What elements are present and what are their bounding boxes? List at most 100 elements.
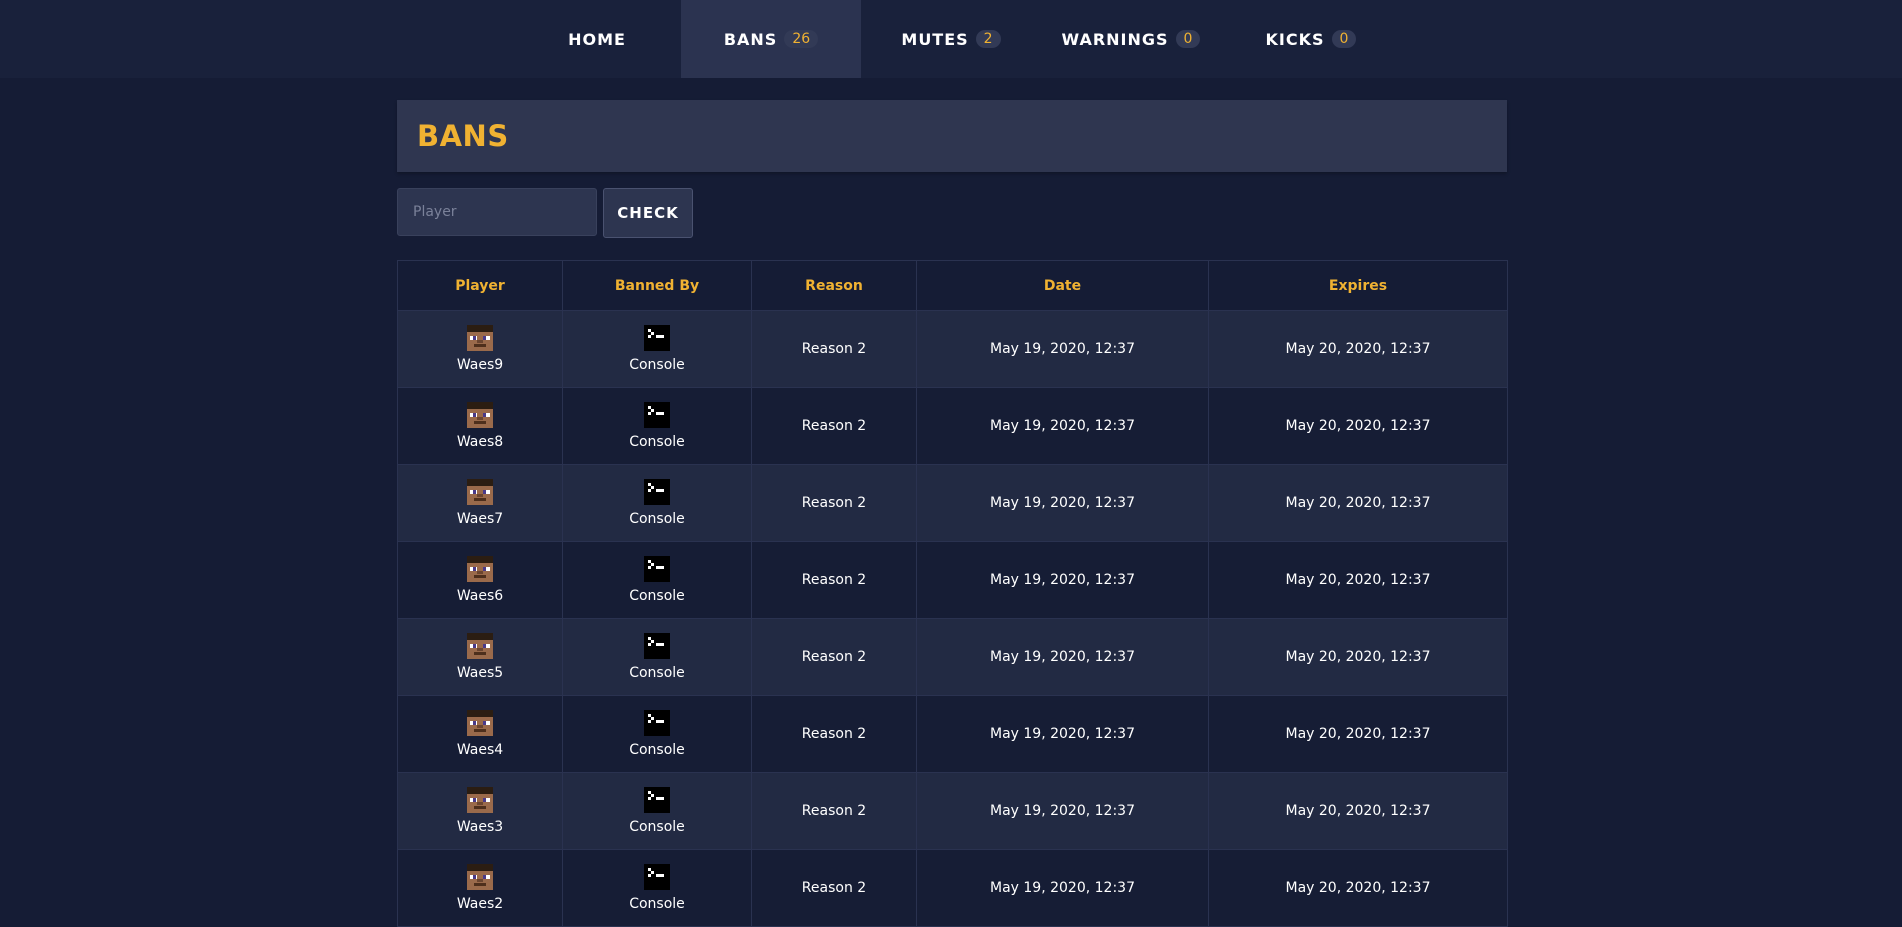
nav-item-label: WARNINGS	[1061, 29, 1169, 49]
player-name: Waes6	[456, 588, 504, 604]
cell-banned-by[interactable]: Console	[562, 464, 752, 542]
cell-expires: May 20, 2020, 12:37	[1208, 464, 1508, 542]
cell-date: May 19, 2020, 12:37	[916, 772, 1209, 850]
banned-by-cell-content: Console	[563, 325, 751, 373]
table-row[interactable]: Waes9 Console Reason 2 May 19, 2020, 12:37 M…	[397, 310, 1508, 388]
table-row[interactable]: Waes5 Console Reason 2 May 19, 2020, 12:37 M…	[397, 618, 1508, 696]
cell-player[interactable]: Waes2	[397, 849, 563, 927]
page-title: BANS	[417, 119, 509, 153]
banned-by-name: Console	[629, 896, 685, 912]
cell-banned-by[interactable]: Console	[562, 618, 752, 696]
player-avatar-icon	[467, 402, 493, 428]
cell-banned-by[interactable]: Console	[562, 772, 752, 850]
nav-count-badge: 26	[784, 30, 819, 48]
player-avatar-icon	[467, 479, 493, 505]
console-terminal-icon	[644, 864, 670, 890]
nav-item-bans[interactable]: BANS 26	[681, 0, 861, 78]
player-avatar-icon	[467, 710, 493, 736]
player-cell-content: Waes8	[398, 402, 562, 450]
player-cell-content: Waes3	[398, 787, 562, 835]
table-row[interactable]: Waes7 Console Reason 2 May 19, 2020, 12:37 M…	[397, 464, 1508, 542]
cell-expires: May 20, 2020, 12:37	[1208, 541, 1508, 619]
player-name: Waes8	[456, 434, 504, 450]
nav-item-kicks[interactable]: KICKS 0	[1221, 0, 1401, 78]
banned-by-cell-content: Console	[563, 710, 751, 758]
player-name: Waes5	[456, 665, 504, 681]
cell-banned-by[interactable]: Console	[562, 849, 752, 927]
nav-item-home[interactable]: HOME	[513, 0, 681, 78]
cell-expires: May 20, 2020, 12:37	[1208, 772, 1508, 850]
nav-item-warnings[interactable]: WARNINGS 0	[1041, 0, 1221, 78]
banned-by-name: Console	[629, 742, 685, 758]
cell-banned-by[interactable]: Console	[562, 310, 752, 388]
cell-reason: Reason 2	[751, 849, 917, 927]
banned-by-cell-content: Console	[563, 787, 751, 835]
cell-player[interactable]: Waes9	[397, 310, 563, 388]
cell-reason: Reason 2	[751, 772, 917, 850]
cell-expires: May 20, 2020, 12:37	[1208, 310, 1508, 388]
player-search-input[interactable]	[397, 188, 597, 236]
player-cell-content: Waes4	[398, 710, 562, 758]
player-avatar-icon	[467, 633, 493, 659]
column-header-date: Date	[916, 260, 1209, 311]
banned-by-cell-content: Console	[563, 402, 751, 450]
nav-item-mutes[interactable]: MUTES 2	[861, 0, 1041, 78]
banned-by-name: Console	[629, 588, 685, 604]
nav-items: HOME BANS 26 MUTES 2 WARNINGS 0 KICKS 0	[513, 0, 1401, 78]
player-cell-content: Waes7	[398, 479, 562, 527]
player-name: Waes2	[456, 896, 504, 912]
column-header-player: Player	[397, 260, 563, 311]
cell-reason: Reason 2	[751, 618, 917, 696]
player-avatar-icon	[467, 556, 493, 582]
cell-expires: May 20, 2020, 12:37	[1208, 618, 1508, 696]
banned-by-cell-content: Console	[563, 633, 751, 681]
page-header: BANS	[397, 100, 1507, 172]
cell-banned-by[interactable]: Console	[562, 387, 752, 465]
nav-item-label: BANS	[723, 29, 778, 49]
cell-date: May 19, 2020, 12:37	[916, 310, 1209, 388]
table-row[interactable]: Waes2 Console Reason 2 May 19, 2020, 12:37 M…	[397, 849, 1508, 927]
cell-expires: May 20, 2020, 12:37	[1208, 849, 1508, 927]
player-avatar-icon	[467, 787, 493, 813]
table-row[interactable]: Waes6 Console Reason 2 May 19, 2020, 12:37 M…	[397, 541, 1508, 619]
nav-count-badge: 0	[1175, 30, 1201, 48]
cell-date: May 19, 2020, 12:37	[916, 387, 1209, 465]
player-avatar-icon	[467, 864, 493, 890]
console-terminal-icon	[644, 710, 670, 736]
banned-by-name: Console	[629, 665, 685, 681]
cell-player[interactable]: Waes5	[397, 618, 563, 696]
top-navigation: HOME BANS 26 MUTES 2 WARNINGS 0 KICKS 0	[0, 0, 1902, 78]
cell-banned-by[interactable]: Console	[562, 541, 752, 619]
cell-reason: Reason 2	[751, 310, 917, 388]
cell-banned-by[interactable]: Console	[562, 695, 752, 773]
cell-player[interactable]: Waes8	[397, 387, 563, 465]
player-name: Waes3	[456, 819, 504, 835]
console-terminal-icon	[644, 479, 670, 505]
player-cell-content: Waes9	[398, 325, 562, 373]
nav-item-label: MUTES	[901, 29, 969, 49]
column-header-banned-by: Banned By	[562, 260, 752, 311]
cell-player[interactable]: Waes7	[397, 464, 563, 542]
cell-player[interactable]: Waes6	[397, 541, 563, 619]
cell-date: May 19, 2020, 12:37	[916, 618, 1209, 696]
cell-player[interactable]: Waes4	[397, 695, 563, 773]
bans-table: Player Banned By Reason Date Expires Wae…	[397, 260, 1508, 927]
nav-count-badge: 0	[1331, 30, 1357, 48]
table-row[interactable]: Waes4 Console Reason 2 May 19, 2020, 12:37 M…	[397, 695, 1508, 773]
player-cell-content: Waes5	[398, 633, 562, 681]
player-cell-content: Waes6	[398, 556, 562, 604]
column-header-reason: Reason	[751, 260, 917, 311]
cell-player[interactable]: Waes3	[397, 772, 563, 850]
cell-date: May 19, 2020, 12:37	[916, 849, 1209, 927]
cell-reason: Reason 2	[751, 464, 917, 542]
main-content: BANS CHECK Player Banned By Reason Date …	[397, 100, 1508, 927]
bans-table-body: Waes9 Console Reason 2 May 19, 2020, 12:37 M…	[397, 310, 1508, 927]
console-terminal-icon	[644, 402, 670, 428]
check-button[interactable]: CHECK	[603, 188, 693, 238]
player-avatar-icon	[467, 325, 493, 351]
table-row[interactable]: Waes3 Console Reason 2 May 19, 2020, 12:37 M…	[397, 772, 1508, 850]
player-search-form: CHECK	[397, 188, 1507, 238]
table-row[interactable]: Waes8 Console Reason 2 May 19, 2020, 12:37 M…	[397, 387, 1508, 465]
column-header-expires: Expires	[1208, 260, 1508, 311]
player-name: Waes4	[456, 742, 504, 758]
